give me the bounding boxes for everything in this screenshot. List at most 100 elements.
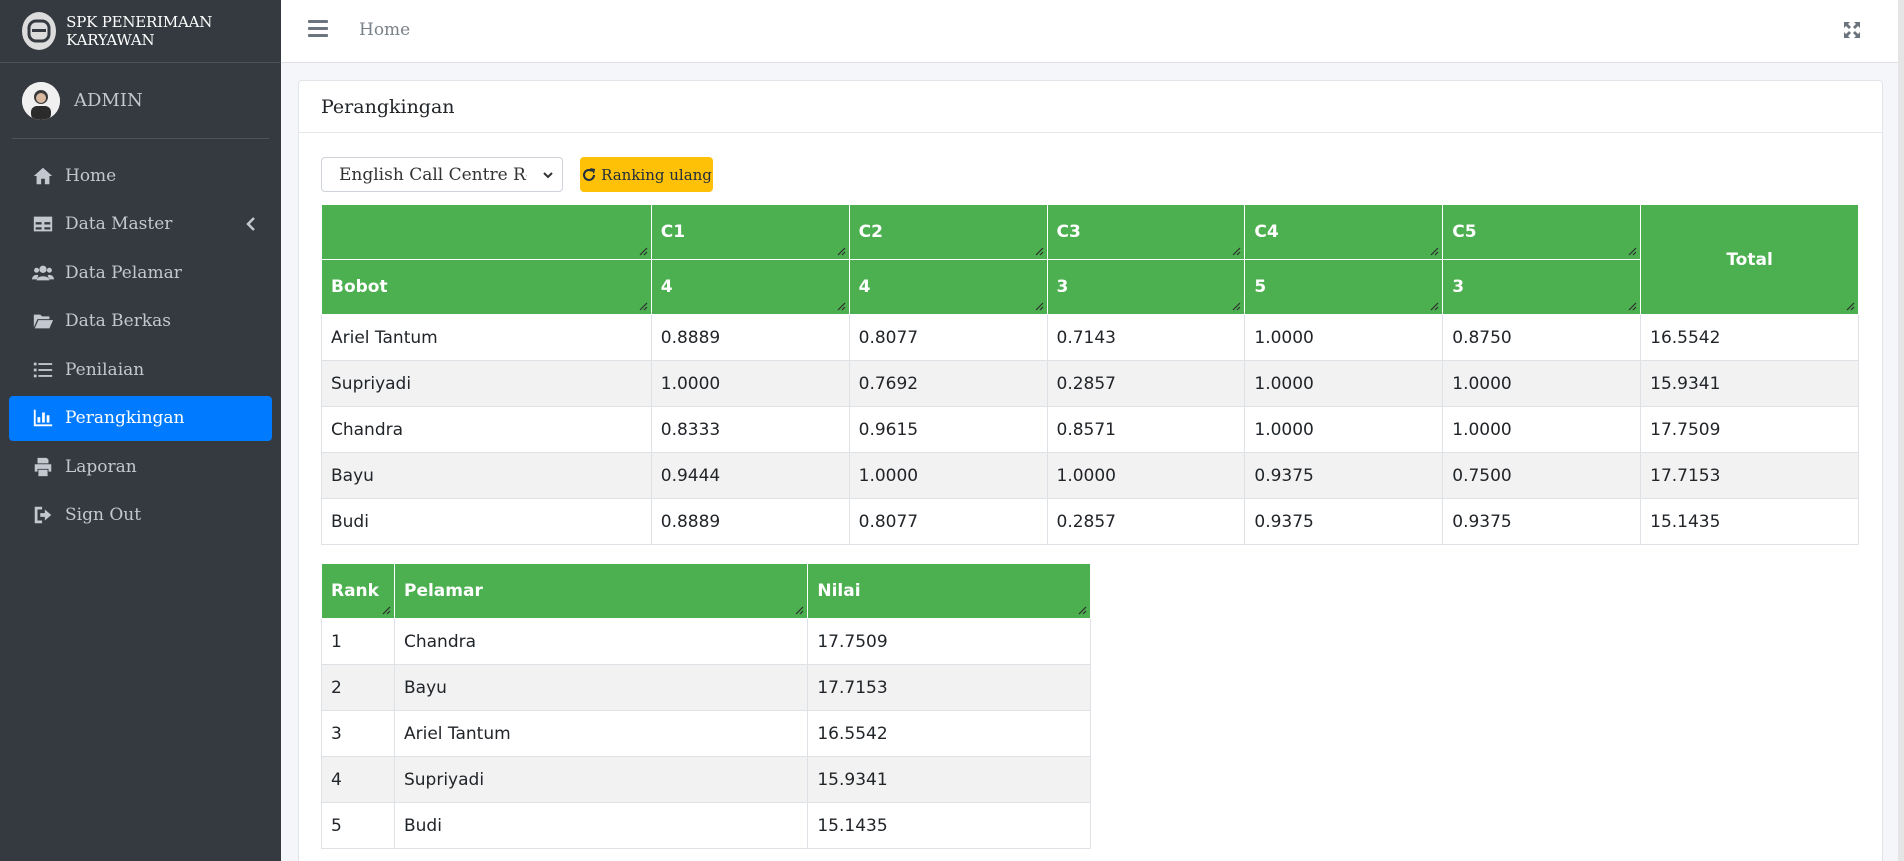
rank-cell: 1 (321, 618, 395, 665)
sidebar-item-label: Laporan (65, 456, 137, 477)
applicant-name: Ariel Tantum (321, 314, 652, 361)
sidebar-item-data-master[interactable]: Data Master (9, 202, 272, 247)
applicant-name: Budi (321, 498, 652, 545)
position-select[interactable]: English Call Centre Representative (321, 157, 563, 192)
score-cell: 1.0000 (1244, 360, 1444, 407)
ranking-controls: English Call Centre Representative Ranki… (321, 157, 713, 192)
applicant-name: Supriyadi (321, 360, 652, 407)
brand-title: SPK PENERIMAAN KARYAWAN (66, 13, 213, 49)
score-cell: 1.0000 (1046, 452, 1246, 499)
sidebar-item-data-pelamar[interactable]: Data Pelamar (9, 250, 272, 295)
applicant-name: Supriyadi (393, 756, 809, 803)
ranking-card: Perangkingan English Call Centre Represe… (298, 80, 1883, 861)
sidebar-item-sign-out[interactable]: Sign Out (9, 493, 272, 538)
user-name: ADMIN (74, 90, 143, 111)
criteria-label: C4 (1254, 222, 1279, 242)
criteria-header: C1 (650, 204, 850, 260)
table-row: 3 Ariel Tantum 16.5542 (321, 710, 1091, 757)
score-cell: 0.8333 (650, 406, 850, 453)
weight-value: 4 (660, 277, 673, 297)
total-cell: 15.1435 (1640, 498, 1859, 545)
table-row: 5 Budi 15.1435 (321, 802, 1091, 849)
applicant-name: Bayu (393, 664, 809, 711)
list-icon (31, 358, 55, 382)
topbar-home-link[interactable]: Home (359, 20, 410, 40)
table-row: Supriyadi 1.0000 0.7692 0.2857 1.0000 1.… (321, 360, 1859, 407)
table-row: Chandra 0.8333 0.9615 0.8571 1.0000 1.00… (321, 406, 1859, 453)
sidebar-item-label: Data Master (65, 214, 173, 234)
rank-cell: 3 (321, 710, 395, 757)
criteria-header: C2 (848, 204, 1048, 260)
sidebar-item-label: Perangkingan (65, 408, 185, 428)
refresh-icon (583, 167, 596, 181)
rank-again-button[interactable]: Ranking ulang (580, 157, 713, 192)
page-scrollbar[interactable] (1898, 0, 1904, 861)
sidebar-item-home[interactable]: Home (9, 153, 272, 198)
position-select-value: English Call Centre Representative (339, 164, 527, 185)
score-cell: 0.2857 (1046, 498, 1246, 545)
applicant-header-label: Pelamar (403, 581, 483, 601)
weight-value: 3 (1452, 277, 1465, 297)
total-label: Total (1726, 249, 1773, 270)
topbar: Home (281, 0, 1904, 63)
brand[interactable]: SPK PENERIMAAN KARYAWAN (0, 0, 281, 63)
sidebar-item-label: Penilaian (65, 359, 145, 380)
brand-logo-icon (22, 12, 57, 50)
score-cell: 0.8750 (1442, 314, 1642, 361)
sidebar-item-label: Data Berkas (65, 311, 171, 331)
score-cell: 16.5542 (807, 710, 1091, 757)
applicant-name: Chandra (321, 406, 652, 453)
total-cell: 17.7153 (1640, 452, 1859, 499)
weight-label-header: Bobot (321, 259, 652, 315)
weight-cell: 4 (650, 259, 850, 315)
rank-cell: 2 (321, 664, 395, 711)
table-row: Budi 0.8889 0.8077 0.2857 0.9375 0.9375 … (321, 498, 1859, 545)
criteria-header: C4 (1244, 204, 1444, 260)
applicant-header: Pelamar (393, 563, 809, 619)
score-cell: 0.7143 (1046, 314, 1246, 361)
score-cell: 1.0000 (650, 360, 850, 407)
criteria-label: C1 (660, 222, 686, 242)
criteria-table: C1 C2 C3 C4 C5 Total Bobot 4 4 3 5 3 Ari… (321, 204, 1859, 545)
criteria-corner-cell (321, 204, 652, 260)
criteria-label: C2 (858, 222, 883, 242)
rank-cell: 4 (321, 756, 395, 803)
sidebar-item-perangkingan[interactable]: Perangkingan (9, 395, 272, 441)
table-row: 4 Supriyadi 15.9341 (321, 756, 1091, 803)
folder-open-icon (31, 309, 55, 333)
table-icon (31, 212, 55, 236)
card-title: Perangkingan (299, 81, 1882, 133)
score-cell: 0.7692 (848, 360, 1048, 407)
weight-value: 4 (858, 277, 871, 297)
score-header: Nilai (807, 563, 1091, 619)
sidebar-item-label: Data Pelamar (65, 262, 182, 283)
weight-cell: 3 (1442, 259, 1642, 315)
total-cell: 15.9341 (1640, 360, 1859, 407)
score-cell: 0.8571 (1046, 406, 1246, 453)
score-cell: 0.9615 (848, 406, 1048, 453)
sidebar-item-label: Sign Out (65, 505, 142, 525)
rank-table: Rank Pelamar Nilai 1 Chandra 17.7509 2 B… (321, 563, 1091, 849)
sidebar-item-label: Home (65, 165, 117, 186)
chevron-down-icon (543, 172, 553, 179)
table-row: Bayu 0.9444 1.0000 1.0000 0.9375 0.7500 … (321, 452, 1859, 499)
total-header: Total (1640, 204, 1859, 315)
score-cell: 15.9341 (807, 756, 1091, 803)
score-cell: 0.2857 (1046, 360, 1246, 407)
sidebar-item-laporan[interactable]: Laporan (9, 444, 272, 489)
score-cell: 0.9375 (1244, 452, 1444, 499)
avatar (22, 81, 60, 120)
score-cell: 0.7500 (1442, 452, 1642, 499)
fullscreen-icon[interactable] (1842, 20, 1862, 40)
score-cell: 0.8889 (650, 498, 850, 545)
sidebar-item-penilaian[interactable]: Penilaian (9, 347, 272, 392)
user-panel[interactable]: ADMIN (12, 63, 269, 139)
bar-chart-icon (31, 406, 55, 430)
rank-cell: 5 (321, 802, 395, 849)
applicant-name: Chandra (393, 618, 809, 665)
criteria-label: C3 (1056, 222, 1081, 242)
hamburger-menu-icon[interactable] (308, 20, 328, 38)
sidebar-item-data-berkas[interactable]: Data Berkas (9, 299, 272, 344)
score-cell: 1.0000 (1442, 360, 1642, 407)
score-cell: 0.9375 (1442, 498, 1642, 545)
